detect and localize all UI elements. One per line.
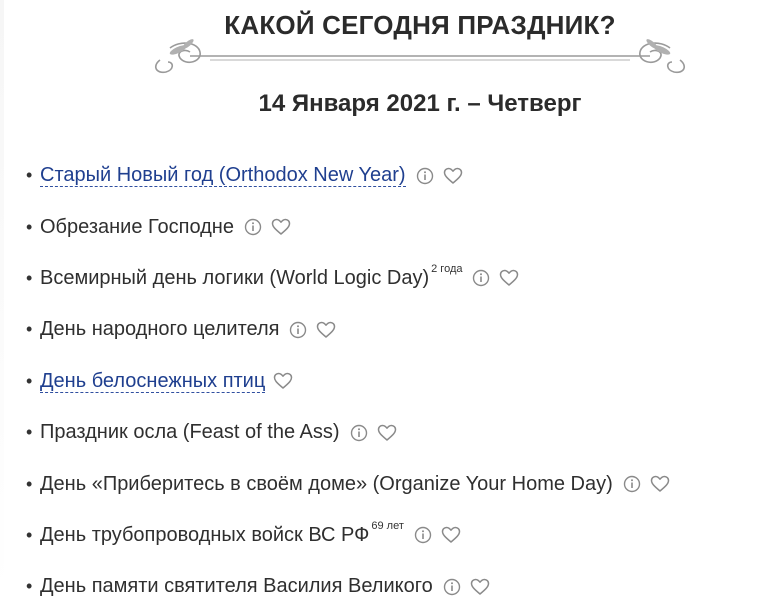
- holiday-item: • День народного целителя: [26, 304, 670, 355]
- holiday-item: • День памяти святителя Василия Великого: [26, 561, 670, 612]
- holiday-item: • Праздник осла (Feast of the Ass): [26, 407, 670, 458]
- bullet: •: [26, 422, 33, 443]
- bullet: •: [26, 473, 33, 494]
- bullet: •: [26, 216, 33, 237]
- holiday-label: День трубопроводных войск ВС РФ: [40, 523, 370, 546]
- holiday-item: • День трубопроводных войск ВС РФ 69 лет: [26, 510, 670, 561]
- holiday-label: День «Приберитесь в своём доме» (Organiz…: [40, 472, 613, 495]
- bullet: •: [26, 524, 33, 545]
- info-icon[interactable]: [349, 423, 369, 443]
- holiday-item: • Всемирный день логики (World Logic Day)…: [26, 253, 670, 304]
- date-heading: 14 Января 2021 г. – Четверг: [258, 90, 582, 117]
- holiday-item: • День белоснежных птиц: [26, 356, 670, 407]
- holiday-label: Обрезание Господне: [40, 215, 234, 238]
- info-icon[interactable]: [471, 268, 491, 288]
- page-title: КАКОЙ СЕГОДНЯ ПРАЗДНИК?: [224, 10, 616, 40]
- holiday-item: • День «Приберитесь в своём доме» (Organi…: [26, 458, 670, 509]
- bullet: •: [26, 165, 33, 186]
- bullet: •: [26, 576, 33, 597]
- heart-icon[interactable]: [271, 217, 291, 237]
- holiday-label: День памяти святителя Василия Великого: [40, 575, 433, 598]
- info-icon[interactable]: [413, 525, 433, 545]
- heart-icon[interactable]: [316, 320, 336, 340]
- info-icon[interactable]: [415, 166, 435, 186]
- years-badge: 2 года: [431, 263, 463, 276]
- holiday-item: • Обрезание Господне: [26, 201, 670, 252]
- holiday-label: Всемирный день логики (World Logic Day): [40, 266, 430, 289]
- heart-icon[interactable]: [443, 166, 463, 186]
- holiday-item: • Старый Новый год (Orthodox New Year): [26, 150, 670, 201]
- years-badge: 69 лет: [371, 520, 404, 533]
- holiday-link[interactable]: День белоснежных птиц: [40, 370, 266, 393]
- info-icon[interactable]: [622, 474, 642, 494]
- bullet: •: [26, 319, 33, 340]
- info-icon[interactable]: [442, 577, 462, 597]
- heart-icon[interactable]: [499, 268, 519, 288]
- heart-icon[interactable]: [441, 525, 461, 545]
- bullet: •: [26, 370, 33, 391]
- heart-icon[interactable]: [650, 474, 670, 494]
- info-icon[interactable]: [288, 320, 308, 340]
- holiday-label: День народного целителя: [40, 318, 280, 341]
- ornament-divider: [154, 39, 686, 74]
- heart-icon[interactable]: [470, 577, 490, 597]
- holiday-list: • Старый Новый год (Orthodox New Year) • Об…: [26, 150, 670, 613]
- info-icon[interactable]: [243, 217, 263, 237]
- heart-icon[interactable]: [273, 371, 293, 391]
- heart-icon[interactable]: [377, 423, 397, 443]
- bullet: •: [26, 267, 33, 288]
- holiday-label: Праздник осла (Feast of the Ass): [40, 421, 340, 444]
- holiday-link[interactable]: Старый Новый год (Orthodox New Year): [40, 164, 406, 188]
